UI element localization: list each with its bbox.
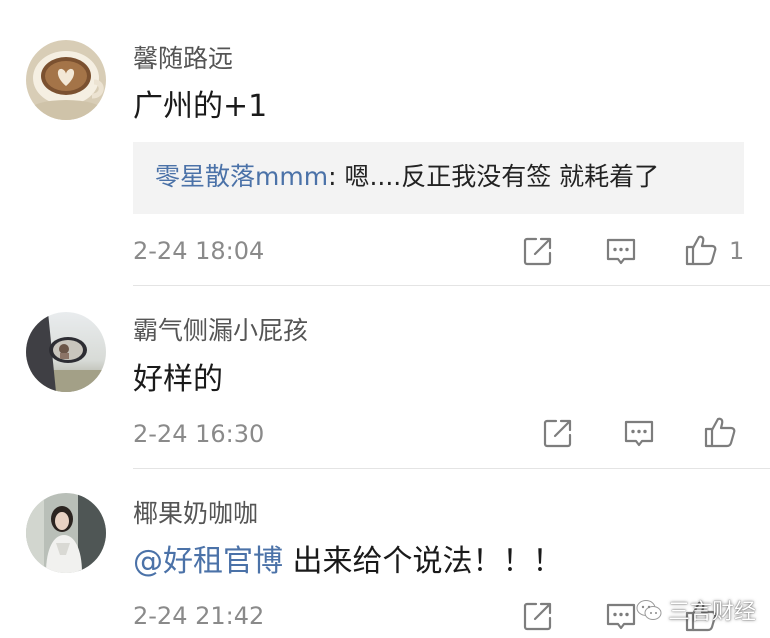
share-icon: [543, 419, 572, 448]
timestamp: 2-24 18:04: [133, 237, 265, 265]
share-button[interactable]: [521, 234, 555, 268]
comment-1: 馨随路远 广州的+1 零星散落mmm: 嗯....反正我没有签 就耗着了 2-2…: [0, 0, 770, 286]
comment-button[interactable]: [622, 416, 656, 450]
wechat-icon: [636, 600, 662, 620]
comment-icon: [606, 238, 636, 265]
timestamp: 2-24 16:30: [133, 420, 265, 448]
avatar[interactable]: [26, 40, 106, 120]
comment-button[interactable]: [604, 234, 638, 268]
username[interactable]: 霸气侧漏小屁孩: [133, 316, 308, 346]
portrait-avatar: [26, 493, 106, 573]
avatar[interactable]: [26, 493, 106, 573]
like-count: 1: [729, 237, 745, 265]
username[interactable]: 椰果奶咖咖: [133, 499, 258, 529]
username[interactable]: 馨随路远: [133, 44, 233, 74]
watermark-text: 三言财经: [667, 600, 756, 625]
comment-text: @好租官博 出来给个说法！！！: [133, 544, 563, 580]
timestamp: 2-24 21:42: [133, 602, 265, 630]
comment-button[interactable]: [604, 599, 638, 633]
comment-text: 好样的: [133, 362, 223, 397]
comment-icon: [624, 420, 654, 447]
reply-preview[interactable]: 零星散落mmm: 嗯....反正我没有签 就耗着了: [133, 142, 744, 214]
avatar[interactable]: [26, 312, 106, 392]
share-icon: [523, 237, 552, 266]
like-button[interactable]: [703, 415, 737, 449]
mention-link[interactable]: @好租官博: [133, 544, 283, 579]
car-mirror-avatar: [26, 312, 106, 392]
thumbs-up-icon: [704, 417, 736, 448]
share-button[interactable]: [521, 599, 555, 633]
comment-2: 霸气侧漏小屁孩 好样的 2-24 16:30: [0, 286, 770, 469]
watermark: 三言财经: [636, 594, 756, 626]
reply-content: 零星散落mmm: 嗯....反正我没有签 就耗着了: [155, 162, 659, 192]
share-icon: [523, 602, 552, 631]
latte-art-avatar: [26, 40, 106, 120]
thumbs-up-icon: [685, 235, 717, 266]
comment-text: 广州的+1: [133, 89, 268, 124]
comment-icon: [606, 603, 636, 630]
like-button[interactable]: [684, 233, 718, 267]
reply-username[interactable]: 零星散落mmm: [155, 162, 328, 191]
reply-separator: :: [328, 162, 337, 191]
comment-text-content: 出来给个说法！！！: [283, 544, 563, 579]
reply-text: 嗯....反正我没有签 就耗着了: [336, 162, 660, 191]
share-button[interactable]: [541, 416, 575, 450]
